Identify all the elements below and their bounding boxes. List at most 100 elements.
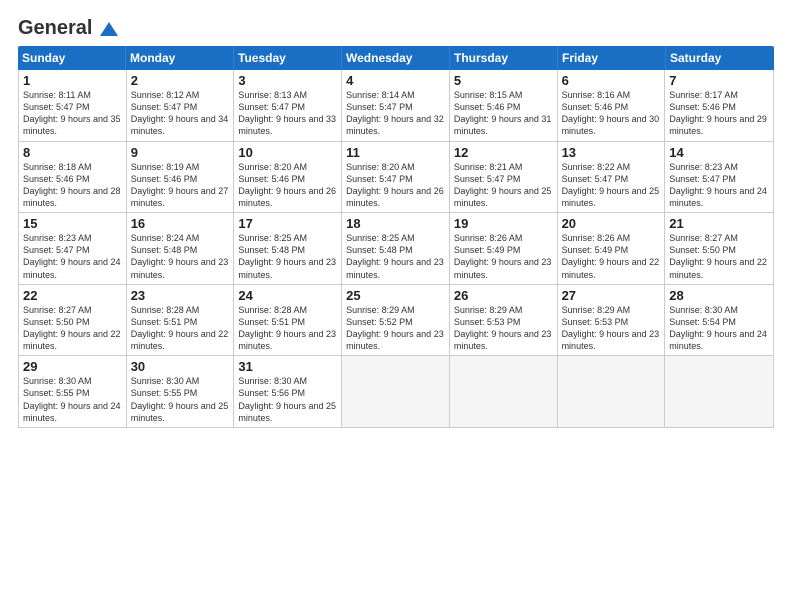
calendar-row: 15 Sunrise: 8:23 AMSunset: 5:47 PMDaylig… (19, 213, 773, 285)
calendar-cell: 22 Sunrise: 8:27 AMSunset: 5:50 PMDaylig… (19, 285, 127, 356)
day-number: 23 (131, 288, 230, 303)
cell-info: Sunrise: 8:25 AMSunset: 5:48 PMDaylight:… (346, 232, 445, 281)
day-number: 7 (669, 73, 769, 88)
cell-info: Sunrise: 8:26 AMSunset: 5:49 PMDaylight:… (454, 232, 553, 281)
calendar-cell: 4 Sunrise: 8:14 AMSunset: 5:47 PMDayligh… (342, 70, 450, 141)
calendar-cell (450, 356, 558, 427)
calendar-cell: 3 Sunrise: 8:13 AMSunset: 5:47 PMDayligh… (234, 70, 342, 141)
cell-info: Sunrise: 8:30 AMSunset: 5:55 PMDaylight:… (131, 375, 230, 424)
day-number: 3 (238, 73, 337, 88)
day-number: 17 (238, 216, 337, 231)
calendar-cell: 26 Sunrise: 8:29 AMSunset: 5:53 PMDaylig… (450, 285, 558, 356)
cell-info: Sunrise: 8:25 AMSunset: 5:48 PMDaylight:… (238, 232, 337, 281)
calendar-cell: 30 Sunrise: 8:30 AMSunset: 5:55 PMDaylig… (127, 356, 235, 427)
day-number: 6 (562, 73, 661, 88)
header-day: Tuesday (234, 46, 342, 70)
day-number: 15 (23, 216, 122, 231)
day-number: 2 (131, 73, 230, 88)
day-number: 16 (131, 216, 230, 231)
day-number: 5 (454, 73, 553, 88)
day-number: 14 (669, 145, 769, 160)
header-day: Sunday (18, 46, 126, 70)
logo-icon (100, 22, 118, 36)
day-number: 29 (23, 359, 122, 374)
calendar-cell: 24 Sunrise: 8:28 AMSunset: 5:51 PMDaylig… (234, 285, 342, 356)
cell-info: Sunrise: 8:27 AMSunset: 5:50 PMDaylight:… (23, 304, 122, 353)
cell-info: Sunrise: 8:29 AMSunset: 5:52 PMDaylight:… (346, 304, 445, 353)
calendar-cell: 27 Sunrise: 8:29 AMSunset: 5:53 PMDaylig… (558, 285, 666, 356)
calendar-cell: 1 Sunrise: 8:11 AMSunset: 5:47 PMDayligh… (19, 70, 127, 141)
calendar-cell: 28 Sunrise: 8:30 AMSunset: 5:54 PMDaylig… (665, 285, 773, 356)
cell-info: Sunrise: 8:15 AMSunset: 5:46 PMDaylight:… (454, 89, 553, 138)
calendar-cell: 8 Sunrise: 8:18 AMSunset: 5:46 PMDayligh… (19, 142, 127, 213)
day-number: 25 (346, 288, 445, 303)
cell-info: Sunrise: 8:16 AMSunset: 5:46 PMDaylight:… (562, 89, 661, 138)
calendar-cell: 18 Sunrise: 8:25 AMSunset: 5:48 PMDaylig… (342, 213, 450, 284)
calendar-cell: 6 Sunrise: 8:16 AMSunset: 5:46 PMDayligh… (558, 70, 666, 141)
cell-info: Sunrise: 8:24 AMSunset: 5:48 PMDaylight:… (131, 232, 230, 281)
calendar-cell: 11 Sunrise: 8:20 AMSunset: 5:47 PMDaylig… (342, 142, 450, 213)
cell-info: Sunrise: 8:30 AMSunset: 5:55 PMDaylight:… (23, 375, 122, 424)
calendar-cell: 9 Sunrise: 8:19 AMSunset: 5:46 PMDayligh… (127, 142, 235, 213)
calendar-cell: 5 Sunrise: 8:15 AMSunset: 5:46 PMDayligh… (450, 70, 558, 141)
day-number: 4 (346, 73, 445, 88)
cell-info: Sunrise: 8:29 AMSunset: 5:53 PMDaylight:… (454, 304, 553, 353)
calendar-body: 1 Sunrise: 8:11 AMSunset: 5:47 PMDayligh… (18, 70, 774, 428)
calendar-cell: 21 Sunrise: 8:27 AMSunset: 5:50 PMDaylig… (665, 213, 773, 284)
calendar-cell: 2 Sunrise: 8:12 AMSunset: 5:47 PMDayligh… (127, 70, 235, 141)
day-number: 20 (562, 216, 661, 231)
calendar-cell: 14 Sunrise: 8:23 AMSunset: 5:47 PMDaylig… (665, 142, 773, 213)
cell-info: Sunrise: 8:12 AMSunset: 5:47 PMDaylight:… (131, 89, 230, 138)
cell-info: Sunrise: 8:20 AMSunset: 5:46 PMDaylight:… (238, 161, 337, 210)
day-number: 9 (131, 145, 230, 160)
calendar-cell (342, 356, 450, 427)
header-day: Monday (126, 46, 234, 70)
calendar-cell: 25 Sunrise: 8:29 AMSunset: 5:52 PMDaylig… (342, 285, 450, 356)
cell-info: Sunrise: 8:23 AMSunset: 5:47 PMDaylight:… (23, 232, 122, 281)
day-number: 27 (562, 288, 661, 303)
cell-info: Sunrise: 8:23 AMSunset: 5:47 PMDaylight:… (669, 161, 769, 210)
cell-info: Sunrise: 8:30 AMSunset: 5:54 PMDaylight:… (669, 304, 769, 353)
logo-general: General (18, 18, 118, 38)
cell-info: Sunrise: 8:26 AMSunset: 5:49 PMDaylight:… (562, 232, 661, 281)
calendar-cell: 7 Sunrise: 8:17 AMSunset: 5:46 PMDayligh… (665, 70, 773, 141)
cell-info: Sunrise: 8:21 AMSunset: 5:47 PMDaylight:… (454, 161, 553, 210)
calendar-page: General SundayMondayTuesdayWednesdayThur… (0, 0, 792, 612)
calendar: SundayMondayTuesdayWednesdayThursdayFrid… (18, 46, 774, 602)
day-number: 1 (23, 73, 122, 88)
day-number: 8 (23, 145, 122, 160)
day-number: 13 (562, 145, 661, 160)
day-number: 26 (454, 288, 553, 303)
day-number: 28 (669, 288, 769, 303)
page-header: General (18, 18, 774, 36)
calendar-cell (558, 356, 666, 427)
calendar-cell: 16 Sunrise: 8:24 AMSunset: 5:48 PMDaylig… (127, 213, 235, 284)
cell-info: Sunrise: 8:17 AMSunset: 5:46 PMDaylight:… (669, 89, 769, 138)
calendar-header: SundayMondayTuesdayWednesdayThursdayFrid… (18, 46, 774, 70)
header-day: Saturday (666, 46, 774, 70)
calendar-row: 22 Sunrise: 8:27 AMSunset: 5:50 PMDaylig… (19, 285, 773, 357)
cell-info: Sunrise: 8:29 AMSunset: 5:53 PMDaylight:… (562, 304, 661, 353)
cell-info: Sunrise: 8:14 AMSunset: 5:47 PMDaylight:… (346, 89, 445, 138)
header-day: Thursday (450, 46, 558, 70)
calendar-cell: 19 Sunrise: 8:26 AMSunset: 5:49 PMDaylig… (450, 213, 558, 284)
calendar-cell: 10 Sunrise: 8:20 AMSunset: 5:46 PMDaylig… (234, 142, 342, 213)
cell-info: Sunrise: 8:13 AMSunset: 5:47 PMDaylight:… (238, 89, 337, 138)
logo: General (18, 18, 118, 36)
calendar-row: 8 Sunrise: 8:18 AMSunset: 5:46 PMDayligh… (19, 142, 773, 214)
calendar-cell: 29 Sunrise: 8:30 AMSunset: 5:55 PMDaylig… (19, 356, 127, 427)
day-number: 10 (238, 145, 337, 160)
cell-info: Sunrise: 8:18 AMSunset: 5:46 PMDaylight:… (23, 161, 122, 210)
cell-info: Sunrise: 8:28 AMSunset: 5:51 PMDaylight:… (238, 304, 337, 353)
calendar-cell: 12 Sunrise: 8:21 AMSunset: 5:47 PMDaylig… (450, 142, 558, 213)
calendar-cell: 17 Sunrise: 8:25 AMSunset: 5:48 PMDaylig… (234, 213, 342, 284)
calendar-cell: 31 Sunrise: 8:30 AMSunset: 5:56 PMDaylig… (234, 356, 342, 427)
cell-info: Sunrise: 8:28 AMSunset: 5:51 PMDaylight:… (131, 304, 230, 353)
calendar-cell (665, 356, 773, 427)
calendar-cell: 23 Sunrise: 8:28 AMSunset: 5:51 PMDaylig… (127, 285, 235, 356)
calendar-row: 29 Sunrise: 8:30 AMSunset: 5:55 PMDaylig… (19, 356, 773, 427)
calendar-row: 1 Sunrise: 8:11 AMSunset: 5:47 PMDayligh… (19, 70, 773, 142)
cell-info: Sunrise: 8:30 AMSunset: 5:56 PMDaylight:… (238, 375, 337, 424)
day-number: 12 (454, 145, 553, 160)
day-number: 11 (346, 145, 445, 160)
